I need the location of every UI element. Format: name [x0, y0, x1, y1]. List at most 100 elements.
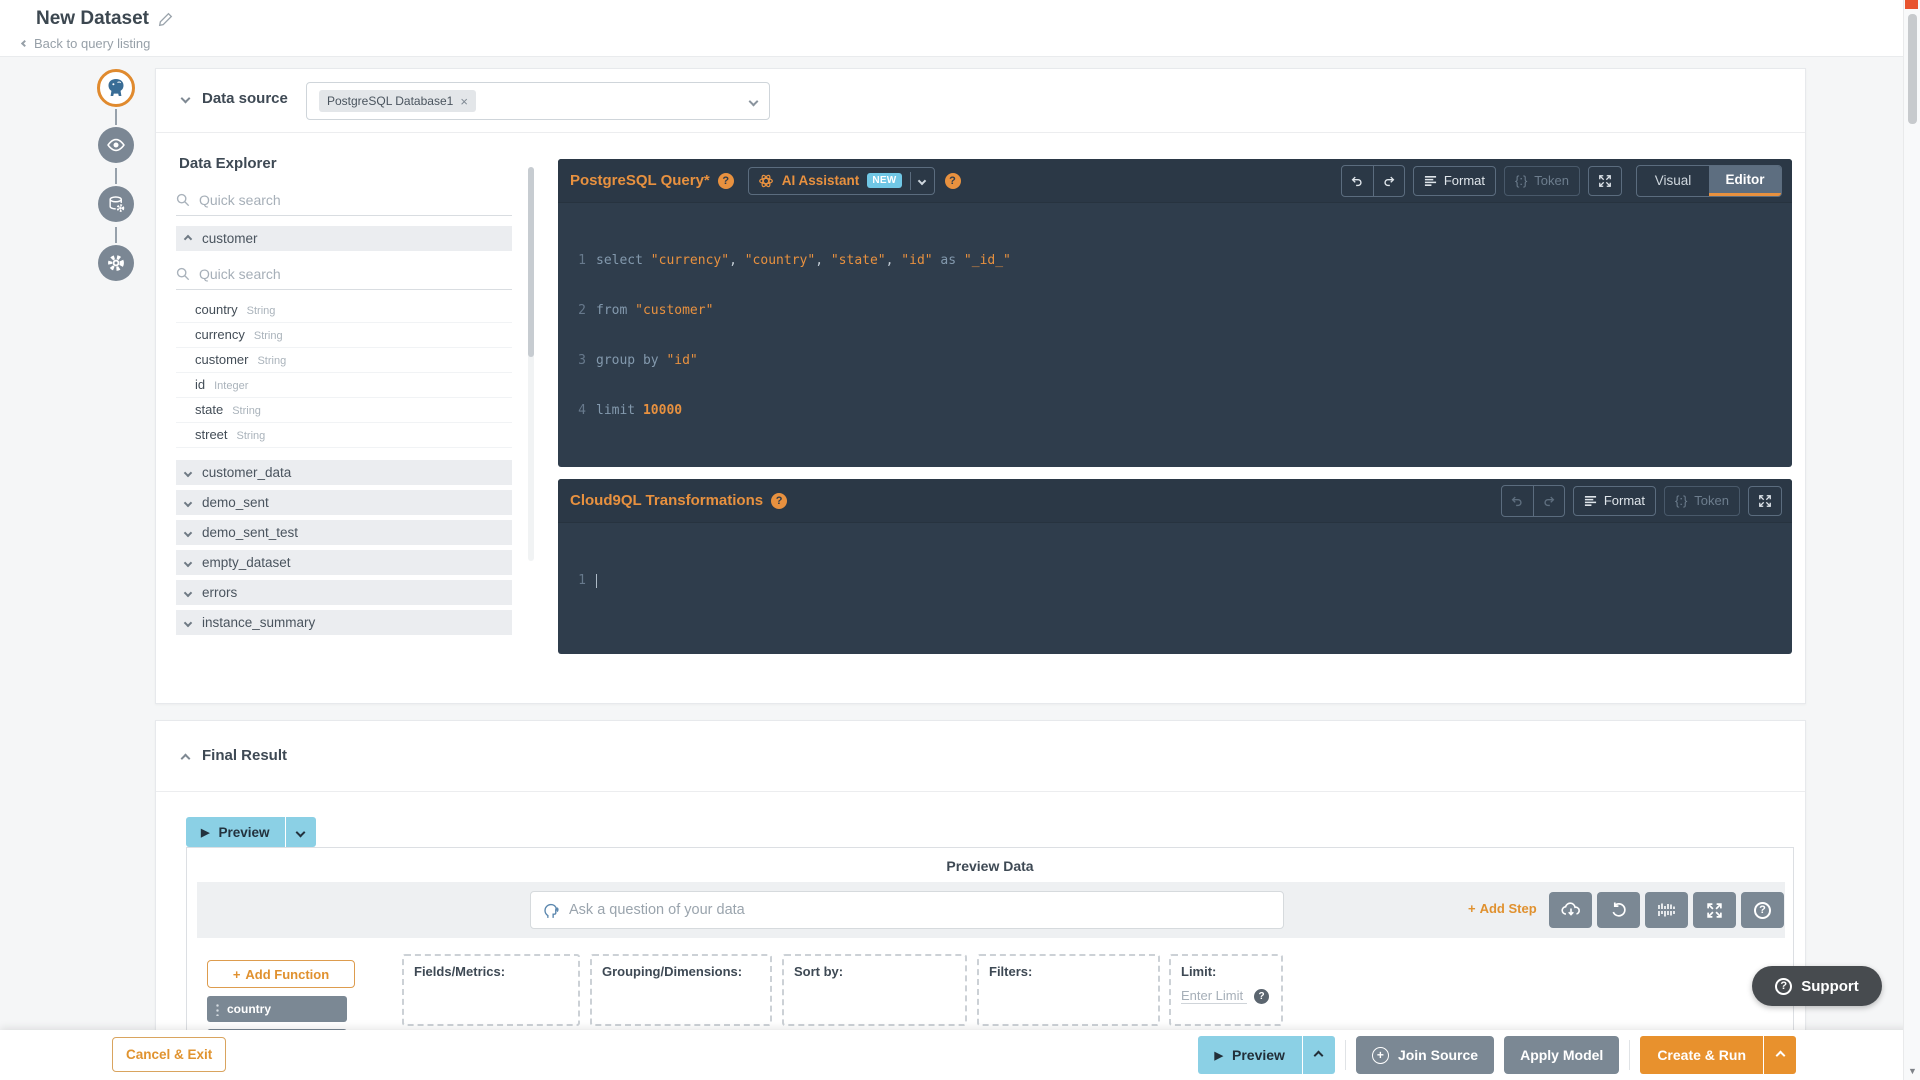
dropzone-filters[interactable]: Filters: — [977, 954, 1160, 1026]
data-source-tag-label: PostgreSQL Database1 — [327, 94, 454, 108]
cancel-exit-button[interactable]: Cancel & Exit — [112, 1037, 227, 1072]
ask-question-box[interactable] — [530, 891, 1284, 929]
plus-circle-icon: + — [1371, 1046, 1389, 1064]
help-icon[interactable]: ? — [717, 172, 734, 189]
preview-button[interactable]: ▶ Preview — [186, 817, 285, 847]
download-button[interactable] — [1549, 892, 1592, 928]
explorer-scrollbar[interactable] — [528, 167, 534, 561]
undo-button[interactable] — [1342, 166, 1373, 196]
visualize-button[interactable] — [1645, 892, 1688, 928]
ai-assistant-button[interactable]: AI Assistant NEW — [747, 166, 935, 195]
join-source-button[interactable]: + Join Source — [1355, 1036, 1495, 1074]
undo-button[interactable] — [1502, 486, 1533, 516]
add-step-label: Add Step — [1479, 901, 1537, 916]
rail-datasource-settings-step[interactable] — [98, 186, 134, 222]
collapse-chevron-icon[interactable] — [180, 753, 191, 764]
fullscreen-button[interactable] — [1588, 165, 1622, 196]
rail-preview-step[interactable] — [98, 127, 134, 163]
token-button[interactable]: {:} Token — [1664, 485, 1740, 516]
fullscreen-button[interactable] — [1693, 892, 1736, 928]
rail-settings-step[interactable] — [98, 245, 134, 281]
field-row[interactable]: id Integer — [176, 373, 512, 398]
field-row[interactable]: currency String — [176, 323, 512, 348]
add-function-button[interactable]: + Add Function — [207, 960, 355, 988]
token-button[interactable]: {:} Token — [1504, 165, 1580, 196]
sql-string: "_id_" — [963, 253, 1011, 268]
field-row[interactable]: state String — [176, 398, 512, 423]
field-row[interactable]: customer String — [176, 348, 512, 373]
field-row[interactable]: country String — [176, 298, 512, 323]
edit-pencil-icon[interactable] — [158, 12, 173, 27]
data-source-select[interactable]: PostgreSQL Database1 × — [306, 82, 770, 120]
create-run-options-button[interactable] — [1764, 1036, 1796, 1074]
remove-tag-icon[interactable]: × — [460, 95, 468, 108]
question-ring-icon: ? — [1775, 977, 1793, 995]
cloud9ql-code-area[interactable]: 1 — [558, 523, 1792, 621]
visual-tab[interactable]: Visual — [1637, 166, 1709, 196]
add-step-button[interactable]: + Add Step — [1468, 901, 1537, 916]
redo-button[interactable] — [1532, 485, 1564, 516]
cloud9ql-header: Cloud9QL Transformations ? Format {:} To… — [558, 479, 1792, 523]
create-run-button[interactable]: Create & Run — [1640, 1036, 1763, 1074]
rail-datasource-postgresql[interactable] — [97, 69, 135, 107]
field-type: String — [257, 355, 287, 367]
format-button[interactable]: Format — [1572, 485, 1656, 516]
divider — [156, 791, 1805, 792]
explorer-scrollbar-thumb[interactable] — [528, 167, 534, 357]
table-row-collapsed[interactable]: errors — [176, 580, 512, 605]
help-icon[interactable]: ? — [944, 172, 961, 189]
dropzone-limit[interactable]: Limit: ? — [1169, 954, 1283, 1026]
scrollbar-down-arrow[interactable]: ▼ — [1904, 1066, 1920, 1076]
final-result-title: Final Result — [202, 747, 288, 764]
table-name: empty_dataset — [202, 555, 291, 570]
format-label: Format — [1443, 173, 1485, 188]
editor-tab[interactable]: Editor — [1709, 165, 1781, 196]
redo-button[interactable] — [1372, 165, 1404, 196]
fullscreen-button[interactable] — [1748, 485, 1782, 516]
table-row-collapsed[interactable]: customer_data — [176, 460, 512, 485]
page-scrollbar[interactable]: ▼ — [1903, 0, 1920, 1080]
sql-editor-title-text: PostgreSQL Query* — [570, 172, 710, 189]
help-button[interactable]: ? — [1741, 892, 1784, 928]
explorer-search[interactable] — [176, 184, 512, 216]
sql-keyword: as — [932, 253, 964, 268]
dropzone-fields-metrics[interactable]: Fields/Metrics: — [402, 954, 580, 1026]
table-name: demo_sent — [202, 495, 269, 510]
ask-question-input[interactable] — [569, 902, 1229, 918]
dropzone-label: Grouping/Dimensions: — [602, 964, 743, 979]
table-row-collapsed[interactable]: instance_summary — [176, 610, 512, 635]
field-chip-country[interactable]: country — [207, 996, 347, 1022]
chevron-left-icon — [20, 39, 29, 48]
table-row-customer[interactable]: customer — [176, 226, 512, 251]
field-row[interactable]: street String — [176, 423, 512, 448]
table-row-collapsed[interactable]: demo_sent_test — [176, 520, 512, 545]
explorer-search-input[interactable] — [199, 191, 479, 208]
back-to-query-listing-link[interactable]: Back to query listing — [20, 36, 150, 51]
scrollbar-thumb[interactable] — [1908, 14, 1917, 124]
help-icon[interactable]: ? — [1254, 988, 1269, 1004]
help-icon[interactable]: ? — [771, 492, 788, 509]
limit-input[interactable] — [1181, 988, 1247, 1004]
field-search[interactable] — [176, 258, 512, 290]
preview-button[interactable]: ▶ Preview — [1197, 1036, 1302, 1074]
support-button[interactable]: ? Support — [1752, 966, 1882, 1006]
chevron-down-icon — [183, 528, 193, 537]
dropzone-grouping-dimensions[interactable]: Grouping/Dimensions: — [590, 954, 772, 1026]
refresh-button[interactable] — [1597, 892, 1640, 928]
collapse-chevron-icon[interactable] — [180, 93, 191, 104]
table-row-collapsed[interactable]: empty_dataset — [176, 550, 512, 575]
sql-code-area[interactable]: 1 select "currency", "country", "state", … — [558, 203, 1792, 451]
dropzone-sort-by[interactable]: Sort by: — [782, 954, 967, 1026]
field-name: state — [195, 402, 224, 417]
format-button[interactable]: Format — [1412, 165, 1496, 196]
preview-options-button[interactable] — [285, 817, 316, 847]
field-search-input[interactable] — [199, 265, 479, 282]
preview-options-button[interactable] — [1302, 1036, 1335, 1074]
code-line: 1 select "currency", "country", "state", … — [572, 251, 1792, 271]
redo-icon — [1544, 496, 1555, 506]
table-row-collapsed[interactable]: demo_sent — [176, 490, 512, 515]
format-lines-icon — [1584, 495, 1596, 506]
chevron-down-icon — [183, 588, 193, 597]
apply-model-button[interactable]: Apply Model — [1504, 1036, 1620, 1074]
data-source-label: Data source — [202, 90, 288, 107]
